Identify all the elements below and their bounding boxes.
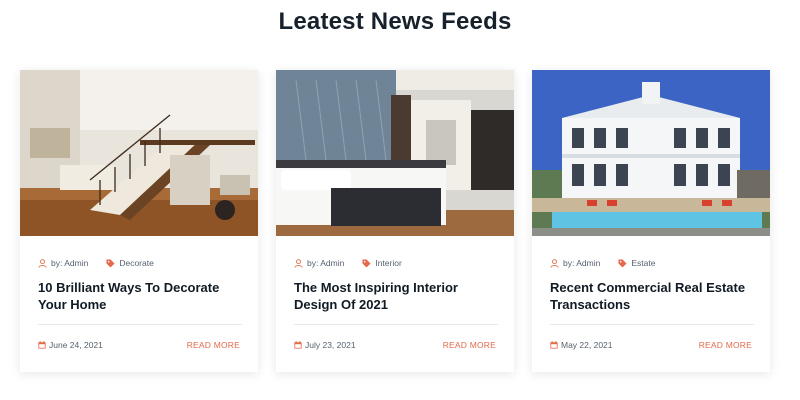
post-date: June 24, 2021 [38, 340, 103, 350]
post-category[interactable]: Interior [362, 258, 402, 268]
post-meta: by: Admin Interior [294, 257, 420, 269]
divider [38, 324, 242, 325]
post-date-label: May 22, 2021 [561, 340, 613, 350]
hotel-bedroom-photo [276, 70, 514, 236]
white-mansion-with-pool-photo [532, 70, 770, 236]
staircase-living-room-photo [20, 70, 258, 236]
post-date: May 22, 2021 [550, 340, 613, 350]
post-author-label: by: Admin [51, 258, 89, 268]
post-date-label: June 24, 2021 [49, 340, 103, 350]
calendar-icon [550, 341, 558, 349]
tag-icon [362, 258, 371, 268]
read-more-link[interactable]: READ MORE [187, 340, 240, 350]
tag-icon [618, 258, 627, 268]
news-card: by: Admin Estate Recent Commercial Real … [532, 70, 770, 372]
post-meta: by: Admin Decorate [38, 257, 172, 269]
read-more-link[interactable]: READ MORE [443, 340, 496, 350]
post-author[interactable]: by: Admin [294, 258, 344, 268]
post-category[interactable]: Decorate [106, 258, 154, 268]
post-category-label: Interior [375, 258, 402, 268]
post-author[interactable]: by: Admin [550, 258, 600, 268]
tag-icon [106, 258, 115, 268]
post-title[interactable]: The Most Inspiring Interior Design Of 20… [294, 279, 498, 313]
user-icon [550, 258, 559, 268]
user-icon [38, 258, 47, 268]
post-title[interactable]: 10 Brilliant Ways To Decorate Your Home [38, 279, 242, 313]
news-card: by: Admin Decorate 10 Brilliant Ways To … [20, 70, 258, 372]
post-image-mansion[interactable] [532, 70, 770, 236]
calendar-icon [38, 341, 46, 349]
divider [294, 324, 498, 325]
section-title: Leatest News Feeds [278, 8, 512, 35]
post-image-bedroom[interactable] [276, 70, 514, 236]
news-card: by: Admin Interior The Most Inspiring In… [276, 70, 514, 372]
calendar-icon [294, 341, 302, 349]
divider [550, 324, 754, 325]
post-category[interactable]: Estate [618, 258, 655, 268]
post-author-label: by: Admin [307, 258, 345, 268]
post-date-label: July 23, 2021 [305, 340, 356, 350]
post-title[interactable]: Recent Commercial Real Estate Transactio… [550, 279, 754, 313]
post-date: July 23, 2021 [294, 340, 356, 350]
news-cards: by: Admin Decorate 10 Brilliant Ways To … [20, 70, 780, 372]
read-more-link[interactable]: READ MORE [699, 340, 752, 350]
post-image-staircase[interactable] [20, 70, 258, 236]
post-meta: by: Admin Estate [550, 257, 673, 269]
post-author[interactable]: by: Admin [38, 258, 88, 268]
post-author-label: by: Admin [563, 258, 601, 268]
post-category-label: Estate [631, 258, 656, 268]
post-category-label: Decorate [119, 258, 154, 268]
user-icon [294, 258, 303, 268]
